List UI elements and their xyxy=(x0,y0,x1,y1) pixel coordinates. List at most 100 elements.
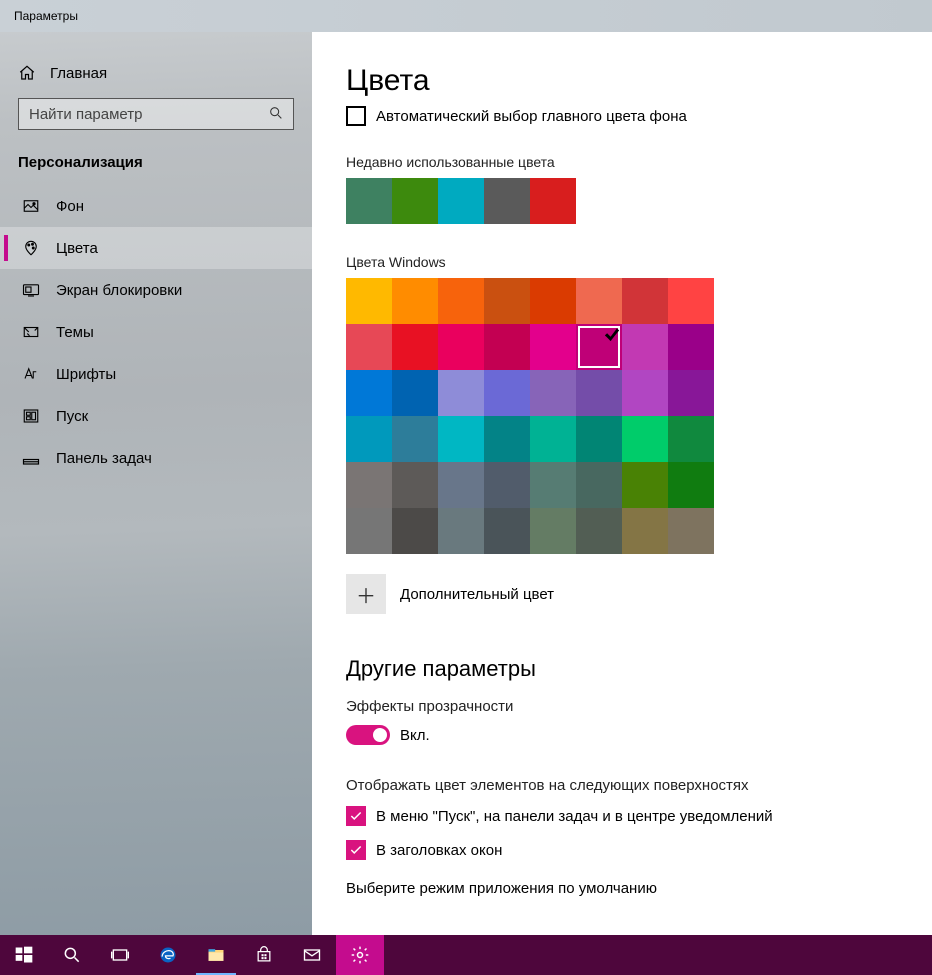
task-view-button[interactable] xyxy=(96,935,144,975)
windows-color-swatch[interactable] xyxy=(668,278,714,324)
windows-color-swatch[interactable] xyxy=(438,508,484,554)
home-button[interactable]: Главная xyxy=(0,56,312,98)
nav-icon xyxy=(22,323,40,341)
sidebar-item-label: Темы xyxy=(56,324,94,341)
windows-color-swatch[interactable] xyxy=(668,324,714,370)
recent-color-swatch[interactable] xyxy=(530,178,576,224)
other-params-heading: Другие параметры xyxy=(346,656,898,682)
windows-color-swatch[interactable] xyxy=(392,370,438,416)
sidebar-item-1[interactable]: Цвета xyxy=(0,227,312,269)
windows-color-swatch[interactable] xyxy=(576,462,622,508)
transparency-label: Эффекты прозрачности xyxy=(346,698,898,715)
main-panel: Цвета Автоматический выбор главного цвет… xyxy=(312,32,932,935)
windows-color-swatch[interactable] xyxy=(530,278,576,324)
recent-color-swatch[interactable] xyxy=(438,178,484,224)
app-mode-label: Выберите режим приложения по умолчанию xyxy=(346,880,898,897)
recent-color-swatch[interactable] xyxy=(346,178,392,224)
surface-option-titlebars[interactable]: В заголовках окон xyxy=(346,840,898,860)
windows-color-swatch[interactable] xyxy=(484,462,530,508)
transparency-state: Вкл. xyxy=(400,727,430,744)
windows-color-swatch[interactable] xyxy=(392,324,438,370)
taskbar-settings-button[interactable] xyxy=(336,935,384,975)
surface-option-label: В заголовках окон xyxy=(376,842,502,859)
checkbox-icon xyxy=(346,840,366,860)
plus-icon: ＋ xyxy=(356,580,376,609)
windows-color-swatch[interactable] xyxy=(530,324,576,370)
windows-color-swatch[interactable] xyxy=(346,278,392,324)
windows-colors-grid xyxy=(346,278,714,554)
add-custom-color-button[interactable]: ＋ xyxy=(346,574,386,614)
windows-color-swatch[interactable] xyxy=(668,370,714,416)
windows-color-swatch[interactable] xyxy=(484,370,530,416)
windows-color-swatch[interactable] xyxy=(668,416,714,462)
windows-color-swatch[interactable] xyxy=(392,462,438,508)
sidebar-item-0[interactable]: Фон xyxy=(0,185,312,227)
windows-color-swatch[interactable] xyxy=(346,324,392,370)
nav-icon xyxy=(22,197,40,215)
page-title: Цвета xyxy=(346,64,898,98)
windows-color-swatch[interactable] xyxy=(668,508,714,554)
taskbar-search-button[interactable] xyxy=(48,935,96,975)
windows-color-swatch[interactable] xyxy=(530,370,576,416)
recent-colors-row xyxy=(346,178,898,224)
windows-color-swatch[interactable] xyxy=(622,278,668,324)
windows-color-swatch[interactable] xyxy=(576,324,622,370)
surface-option-start[interactable]: В меню "Пуск", на панели задач и в центр… xyxy=(346,806,898,826)
nav-icon xyxy=(22,449,40,467)
nav-icon xyxy=(22,281,40,299)
transparency-toggle[interactable] xyxy=(346,725,390,745)
category-label: Персонализация xyxy=(0,148,312,185)
windows-color-swatch[interactable] xyxy=(392,416,438,462)
sidebar-item-5[interactable]: Пуск xyxy=(0,395,312,437)
sidebar-item-6[interactable]: Панель задач xyxy=(0,437,312,479)
windows-color-swatch[interactable] xyxy=(576,508,622,554)
windows-color-swatch[interactable] xyxy=(530,416,576,462)
windows-color-swatch[interactable] xyxy=(576,370,622,416)
sidebar-item-4[interactable]: Шрифты xyxy=(0,353,312,395)
sidebar-item-3[interactable]: Темы xyxy=(0,311,312,353)
windows-color-swatch[interactable] xyxy=(346,508,392,554)
sidebar-item-label: Фон xyxy=(56,198,84,215)
checkbox-icon xyxy=(346,806,366,826)
windows-color-swatch[interactable] xyxy=(530,462,576,508)
taskbar-edge-button[interactable] xyxy=(144,935,192,975)
windows-color-swatch[interactable] xyxy=(576,278,622,324)
windows-color-swatch[interactable] xyxy=(346,462,392,508)
custom-color-label: Дополнительный цвет xyxy=(400,586,554,603)
windows-color-swatch[interactable] xyxy=(622,370,668,416)
sidebar-item-label: Экран блокировки xyxy=(56,282,182,299)
windows-color-swatch[interactable] xyxy=(484,508,530,554)
windows-color-swatch[interactable] xyxy=(392,508,438,554)
sidebar-item-2[interactable]: Экран блокировки xyxy=(0,269,312,311)
windows-color-swatch[interactable] xyxy=(622,416,668,462)
titlebar: Параметры xyxy=(0,0,932,32)
windows-color-swatch[interactable] xyxy=(346,370,392,416)
taskbar-store-button[interactable] xyxy=(240,935,288,975)
windows-color-swatch[interactable] xyxy=(438,324,484,370)
search-input[interactable] xyxy=(18,98,294,130)
surface-option-label: В меню "Пуск", на панели задач и в центр… xyxy=(376,808,773,825)
windows-color-swatch[interactable] xyxy=(346,416,392,462)
taskbar-file-explorer-button[interactable] xyxy=(192,935,240,975)
windows-color-swatch[interactable] xyxy=(438,278,484,324)
windows-color-swatch[interactable] xyxy=(392,278,438,324)
windows-color-swatch[interactable] xyxy=(484,324,530,370)
windows-color-swatch[interactable] xyxy=(622,324,668,370)
windows-color-swatch[interactable] xyxy=(484,278,530,324)
windows-color-swatch[interactable] xyxy=(438,416,484,462)
windows-color-swatch[interactable] xyxy=(622,462,668,508)
start-button[interactable] xyxy=(0,935,48,975)
windows-color-swatch[interactable] xyxy=(484,416,530,462)
recent-color-swatch[interactable] xyxy=(484,178,530,224)
recent-color-swatch[interactable] xyxy=(392,178,438,224)
windows-color-swatch[interactable] xyxy=(668,462,714,508)
windows-color-swatch[interactable] xyxy=(438,462,484,508)
auto-color-checkbox[interactable]: Автоматический выбор главного цвета фона xyxy=(346,106,898,126)
windows-color-swatch[interactable] xyxy=(576,416,622,462)
home-icon xyxy=(18,64,36,82)
windows-color-swatch[interactable] xyxy=(622,508,668,554)
windows-color-swatch[interactable] xyxy=(438,370,484,416)
window-title: Параметры xyxy=(14,9,78,23)
taskbar-mail-button[interactable] xyxy=(288,935,336,975)
windows-color-swatch[interactable] xyxy=(530,508,576,554)
